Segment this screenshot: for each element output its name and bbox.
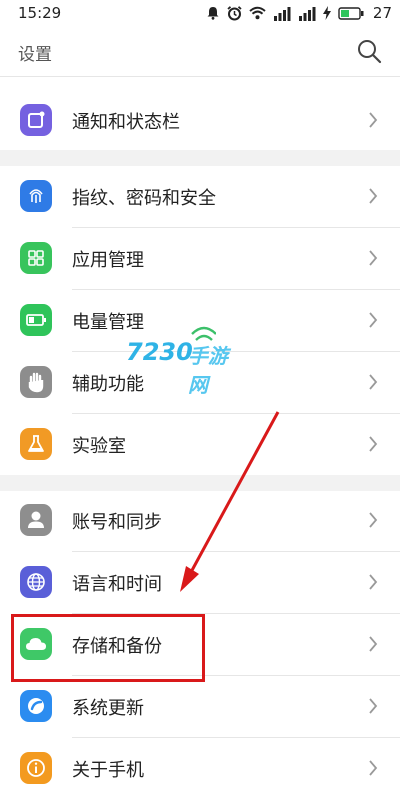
watermark-number: 7230 [126,338,193,366]
watermark-text: 手游网 [188,344,228,397]
watermark-logo: 7230 手游网 [118,326,238,397]
annotation-arrow [180,411,280,592]
